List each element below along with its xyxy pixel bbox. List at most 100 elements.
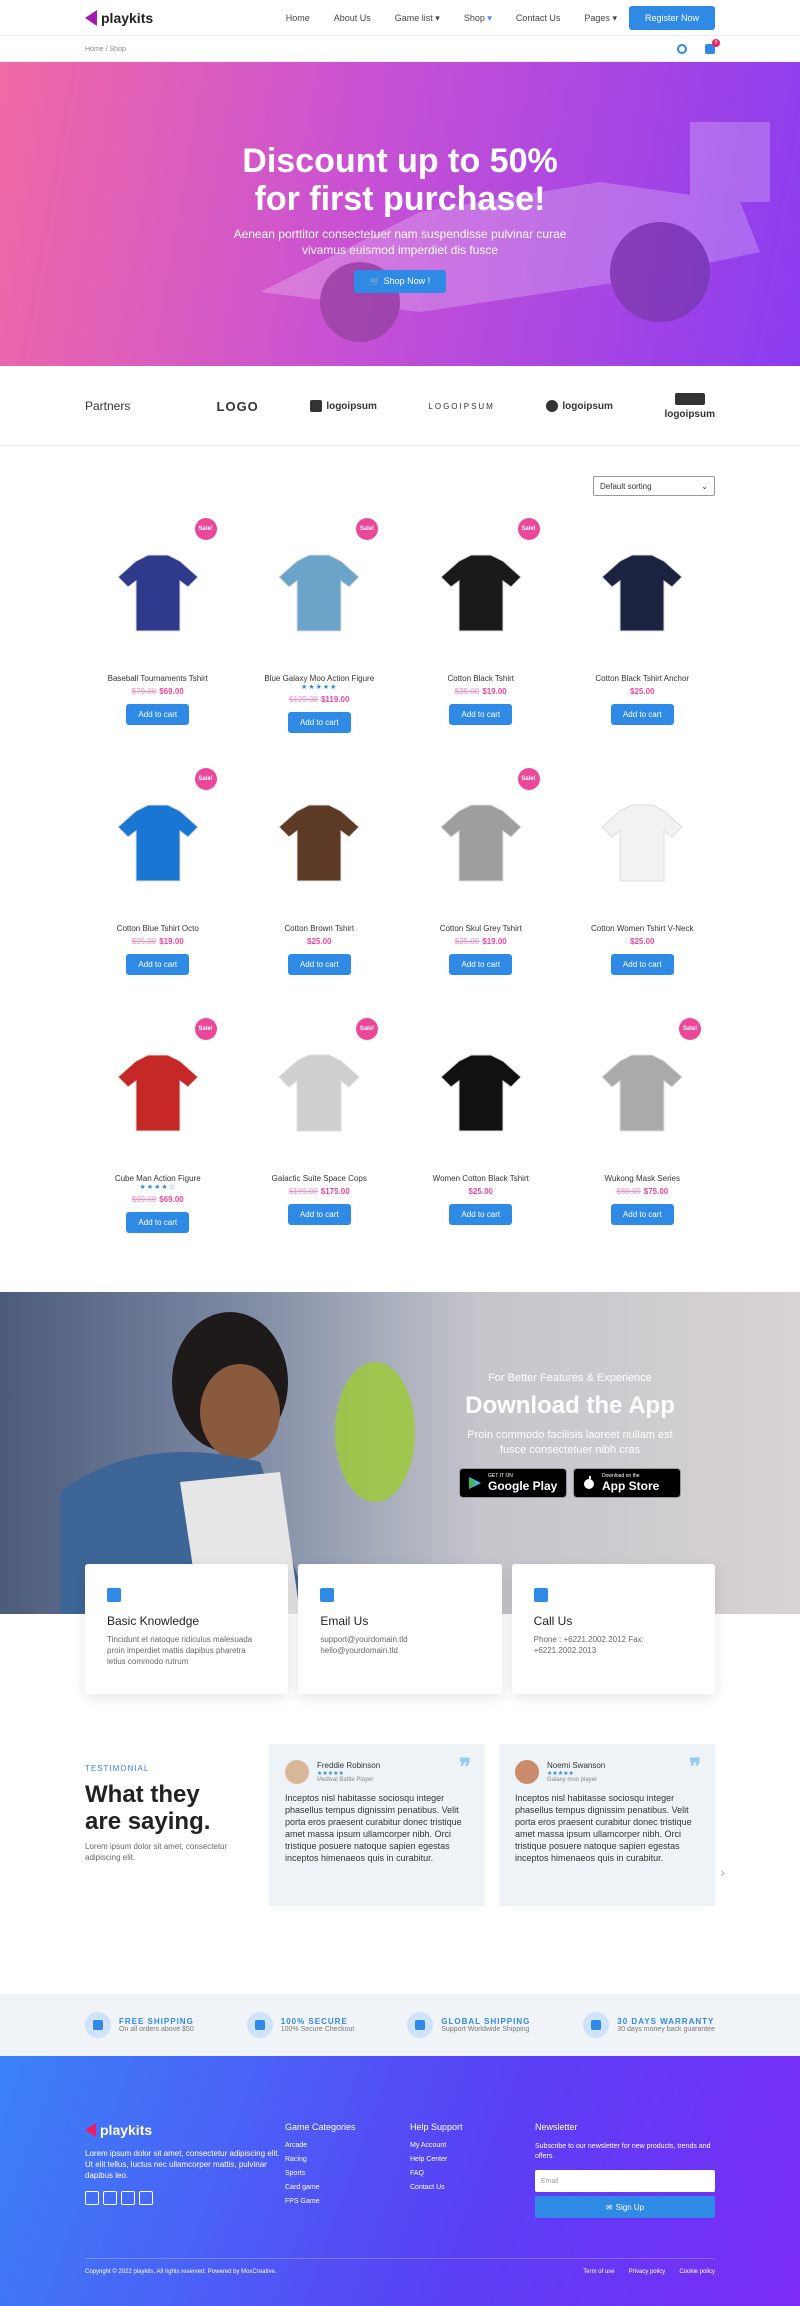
sign-up-button[interactable]: ✉ Sign Up [535,2196,715,2218]
product-name[interactable]: Blue Galaxy Moo Action Figure [247,674,393,683]
product-price: $25.00 $19.00 [454,937,507,946]
product-card[interactable]: Sale! Galactic Suite Space Cops $199.00 $17… [247,1006,393,1256]
product-card[interactable]: Sale! Baseball Tournaments Tshirt $79.00 $6… [85,506,231,756]
product-card[interactable]: Sale! Cotton Black Tshirt $25.00 $19.00 Add … [408,506,554,756]
product-image[interactable] [247,766,393,916]
footer-link[interactable]: FPS Game [285,2198,410,2205]
sort-select[interactable]: Default sorting ⌄ [593,476,715,496]
sub-bar: Home / Shop 0 [0,36,800,62]
add-to-cart-button[interactable]: Add to cart [449,704,513,725]
register-button[interactable]: Register Now [628,6,715,30]
add-to-cart-button[interactable]: Add to cart [610,954,674,975]
product-image[interactable] [570,766,716,916]
breadcrumb[interactable]: Home / Shop [85,46,126,53]
add-to-cart-button[interactable]: Add to cart [610,1204,674,1225]
feature-warranty: 30 DAYS WARRANTY 30 days money back guara… [583,2012,715,2038]
product-rating: ★★★★★ [301,684,338,691]
instagram-icon[interactable] [103,2191,117,2205]
product-card[interactable]: Cotton Brown Tshirt $25.00 Add to cart [247,756,393,1006]
product-name[interactable]: Cotton Skul Grey Tshirt [408,924,554,933]
product-card[interactable]: Cotton Black Tshirt Anchor $25.00 Add to c… [570,506,716,756]
add-to-cart-button[interactable]: Add to cart [610,704,674,725]
shop-now-button[interactable]: 🛒 Shop Now ! [353,270,447,293]
apple-icon [584,1476,594,1489]
partner-logo-icon [674,392,705,405]
product-name[interactable]: Cotton Women Tshirt V-Neck [570,924,716,933]
product-name[interactable]: Galactic Suite Space Cops [247,1174,393,1183]
testimonial-card: ❞ Freddie Robinson ★★★★★ Medival Battle … [269,1744,485,1906]
add-to-cart-button[interactable]: Add to cart [126,954,190,975]
add-to-cart-button[interactable]: Add to cart [287,954,351,975]
avatar [285,1760,309,1784]
google-play-button[interactable]: GET IT ON Google Play [459,1468,567,1498]
footer-link[interactable]: Racing [285,2156,410,2163]
cart-icon[interactable]: 0 [705,39,720,54]
product-price: $25.00 [307,937,332,946]
account-icon[interactable] [677,44,687,54]
add-to-cart-button[interactable]: Add to cart [126,704,190,725]
footer-link[interactable]: Help Center [410,2156,535,2163]
product-rating: ★★★★☆ [139,1184,176,1191]
app-store-button[interactable]: Download on the App Store [573,1468,681,1498]
add-to-cart-button[interactable]: Add to cart [449,1204,513,1225]
newsletter-email-input[interactable]: Email [535,2170,715,2192]
footer-link-terms[interactable]: Term of use [583,2269,614,2275]
footer-link[interactable]: Contact Us [410,2184,535,2191]
footer-link[interactable]: My Account [410,2142,535,2149]
product-name[interactable]: Cotton Brown Tshirt [247,924,393,933]
hero-subtitle: Aenean porttitor consectetuer nam suspen… [233,227,567,257]
partner-logo: logoipsum [310,400,377,412]
add-to-cart-button[interactable]: Add to cart [287,712,351,733]
feature-free-shipping: FREE SHIPPING On all orders above $50 [85,2012,194,2038]
nav-pages[interactable]: Pages ▾ [584,13,617,24]
feature-secure: 100% SECURE 100% Secure Checkout [246,2012,354,2038]
nav-game-list[interactable]: Game list ▾ [395,13,440,24]
footer-link-cookie[interactable]: Cookie policy [679,2269,715,2275]
footer-link[interactable]: Arcade [285,2142,410,2149]
product-name[interactable]: Wukong Mask Series [570,1174,716,1183]
testimonial-title: What they are saying. [85,1781,211,1835]
product-card[interactable]: Sale! Cotton Blue Tshirt Octo $25.00 $19.00… [85,756,231,1006]
partner-logo: LOGO [216,398,259,414]
footer-link[interactable]: Card game [285,2184,410,2191]
footer-logo[interactable]: playkits [85,2122,285,2138]
product-name[interactable]: Cotton Black Tshirt Anchor [570,674,716,683]
product-card[interactable]: Sale! Wukong Mask Series $89.00 $75.00 Add t… [570,1006,716,1256]
product-name[interactable]: Baseball Tournaments Tshirt [85,674,231,683]
globe-icon [407,2012,434,2038]
product-name[interactable]: Cotton Black Tshirt [408,674,554,683]
add-to-cart-button[interactable]: Add to cart [126,1212,190,1233]
twitter-icon[interactable] [121,2191,135,2205]
product-name[interactable]: Cotton Blue Tshirt Octo [85,924,231,933]
footer-link-privacy[interactable]: Privacy policy [629,2269,666,2275]
nav-home[interactable]: Home [286,13,310,23]
footer-link[interactable]: Sports [285,2170,410,2177]
product-card[interactable]: Sale! Cotton Skul Grey Tshirt $25.00 $19.00… [408,756,554,1006]
phone-icon [533,1588,548,1602]
next-arrow-icon[interactable]: › [720,1864,725,1880]
add-to-cart-button[interactable]: Add to cart [449,954,513,975]
truck-icon [85,2012,111,2038]
product-price: $199.00 $175.00 [288,1187,350,1196]
product-price: $25.00 $19.00 [131,937,184,946]
nav-about[interactable]: About Us [334,13,371,23]
product-image[interactable] [570,516,716,666]
product-name[interactable]: Cube Man Action Figure [85,1174,231,1183]
footer-help-support: Help Support My Account Help Center FAQ … [410,2122,535,2218]
chevron-down-icon: ⌄ [701,481,708,491]
site-header: playkits Home About Us Game list ▾ Shop … [0,0,800,36]
facebook-icon[interactable] [85,2191,99,2205]
product-card[interactable]: Cotton Women Tshirt V-Neck $25.00 Add to c… [570,756,716,1006]
product-image[interactable] [408,1016,554,1166]
footer-link[interactable]: FAQ [410,2170,535,2177]
product-card[interactable]: Women Cotton Black Tshirt $25.00 Add to ca… [408,1006,554,1256]
product-card[interactable]: Sale! Blue Galaxy Moo Action Figure ★★★★★ $… [247,506,393,756]
youtube-icon[interactable] [139,2191,153,2205]
product-price: $25.00 [630,687,655,696]
product-name[interactable]: Women Cotton Black Tshirt [408,1174,554,1183]
nav-contact[interactable]: Contact Us [516,13,561,23]
add-to-cart-button[interactable]: Add to cart [287,1204,351,1225]
site-logo[interactable]: playkits [85,10,153,26]
nav-shop[interactable]: Shop ▾ [464,13,492,24]
product-card[interactable]: Sale! Cube Man Action Figure ★★★★☆ $99.00 $6… [85,1006,231,1256]
